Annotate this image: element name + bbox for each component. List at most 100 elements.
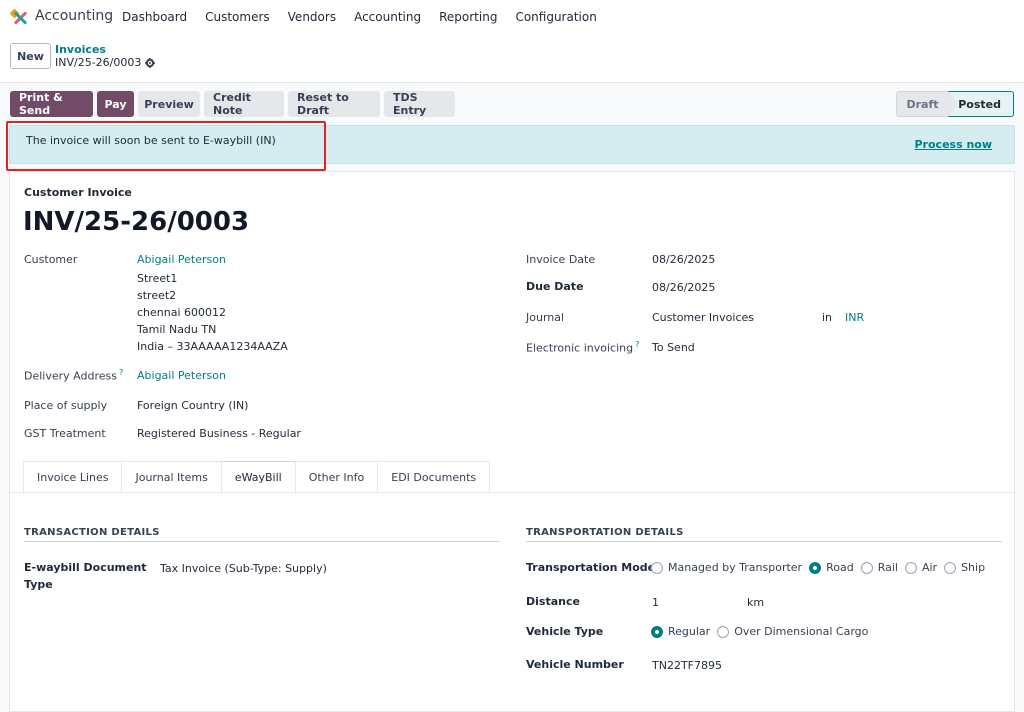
vehicle-type-radios: Regular Over Dimensional Cargo — [651, 625, 875, 638]
due-date-label: Due Date — [526, 280, 584, 293]
document-type: Customer Invoice — [24, 186, 132, 199]
credit-note-button[interactable]: Credit Note — [204, 91, 284, 117]
radio-air[interactable]: Air — [904, 561, 938, 574]
radio-label: Air — [921, 561, 938, 574]
radio-label: Managed by Transporter — [668, 561, 803, 574]
vehicle-number-value[interactable]: TN22TF7895 — [652, 659, 722, 672]
radio-road[interactable]: Road — [809, 561, 854, 574]
tab-divider — [10, 492, 1014, 493]
notebook-tabs: Invoice Lines Journal Items eWayBill Oth… — [23, 461, 491, 493]
radio-over-dimensional-cargo[interactable]: Over Dimensional Cargo — [717, 625, 868, 638]
journal-label: Journal — [526, 311, 565, 324]
vehicle-number-label: Vehicle Number — [526, 658, 624, 671]
address-line: Street1 — [137, 272, 178, 285]
distance-label: Distance — [526, 595, 580, 608]
due-date-value[interactable]: 08/26/2025 — [652, 281, 715, 294]
accounting-app-icon[interactable] — [10, 9, 28, 27]
print-send-button[interactable]: Print & Send — [10, 91, 93, 117]
status-draft[interactable]: Draft — [896, 91, 948, 117]
einvoicing-value: To Send — [652, 341, 695, 354]
tab-other-info[interactable]: Other Info — [294, 461, 378, 493]
delivery-address-label: Delivery Address? — [24, 368, 123, 383]
help-icon[interactable]: ? — [635, 340, 639, 349]
breadcrumb-invoices[interactable]: Invoices — [55, 43, 106, 56]
breadcrumb-current-label: INV/25-26/0003 — [55, 56, 142, 69]
radio-circle-selected[interactable] — [651, 625, 663, 638]
tab-invoice-lines[interactable]: Invoice Lines — [23, 461, 122, 493]
process-now-link[interactable]: Process now — [915, 138, 993, 151]
radio-managed-by-transporter[interactable]: Managed by Transporter — [651, 561, 802, 574]
radio-circle[interactable] — [717, 625, 730, 638]
app-name[interactable]: Accounting — [35, 8, 113, 24]
transport-mode-radios: Managed by Transporter Road Rail Air Shi… — [651, 561, 992, 574]
distance-value[interactable]: 1 — [652, 596, 659, 609]
distance-unit: km — [747, 596, 765, 609]
radio-circle-selected[interactable] — [809, 561, 822, 574]
menu-dashboard[interactable]: Dashboard — [122, 10, 187, 24]
radio-regular[interactable]: Regular — [651, 625, 710, 638]
place-of-supply-label: Place of supply — [24, 399, 108, 412]
customer-link[interactable]: Abigail Peterson — [137, 253, 226, 266]
section-divider — [526, 541, 1002, 542]
radio-label: Ship — [961, 561, 986, 574]
radio-circle[interactable] — [944, 561, 957, 574]
form-sheet: Customer Invoice INV/25-26/0003 Customer… — [9, 171, 1015, 712]
menu-vendors[interactable]: Vendors — [288, 10, 336, 24]
control-panel: New Invoices INV/25-26/0003 — [0, 35, 1024, 83]
radio-circle[interactable] — [651, 561, 663, 574]
tds-entry-button[interactable]: TDS Entry — [384, 91, 455, 117]
radio-rail[interactable]: Rail — [860, 561, 898, 574]
radio-ship[interactable]: Ship — [944, 561, 985, 574]
address-line: street2 — [137, 289, 177, 302]
transaction-details-title: TRANSACTION DETAILS — [24, 527, 160, 538]
tab-journal-items[interactable]: Journal Items — [121, 461, 221, 493]
action-buttons: Print & Send Pay Preview Credit Note Res… — [10, 91, 455, 117]
pay-button[interactable]: Pay — [97, 91, 134, 117]
menu-reporting[interactable]: Reporting — [439, 10, 497, 24]
menu-configuration[interactable]: Configuration — [515, 10, 596, 24]
radio-label: Road — [826, 561, 854, 574]
section-divider — [24, 541, 500, 542]
doc-type-label: E-waybill Document — [24, 561, 147, 574]
customer-label: Customer — [24, 253, 78, 266]
journal-value[interactable]: Customer Invoices — [652, 311, 754, 324]
delivery-address-label-text: Delivery Address — [24, 369, 117, 383]
radio-label: Regular — [668, 625, 711, 638]
transport-mode-label: Transportation Mode — [526, 561, 656, 574]
radio-circle[interactable] — [860, 561, 873, 574]
gear-icon[interactable] — [145, 57, 156, 68]
reset-to-draft-button[interactable]: Reset to Draft — [288, 91, 380, 117]
address-line: India – 33AAAAA1234AAZA — [137, 340, 288, 353]
preview-button[interactable]: Preview — [138, 91, 200, 117]
einvoicing-label-text: Electronic invoicing — [526, 341, 634, 355]
tab-ewaybill[interactable]: eWayBill — [220, 461, 295, 493]
vehicle-type-label: Vehicle Type — [526, 625, 604, 638]
address-line: Tamil Nadu TN — [137, 323, 217, 336]
currency-link[interactable]: INR — [845, 311, 864, 324]
main-menu: Dashboard Customers Vendors Accounting R… — [122, 10, 615, 24]
gst-treatment-label: GST Treatment — [24, 427, 106, 440]
transportation-details-title: TRANSPORTATION DETAILS — [526, 527, 684, 538]
journal-in-text: in — [822, 311, 833, 324]
help-icon[interactable]: ? — [119, 368, 123, 377]
gst-treatment-value[interactable]: Registered Business - Regular — [137, 427, 301, 440]
place-of-supply-value[interactable]: Foreign Country (IN) — [137, 399, 248, 412]
radio-label: Rail — [877, 561, 898, 574]
invoice-date-label: Invoice Date — [526, 253, 596, 266]
doc-type-value[interactable]: Tax Invoice (Sub-Type: Supply) — [160, 562, 327, 575]
tab-edi-documents[interactable]: EDI Documents — [377, 461, 491, 493]
address-line: chennai 600012 — [137, 306, 227, 319]
status-bar: Draft Posted — [896, 91, 1014, 117]
invoice-date-value[interactable]: 08/26/2025 — [652, 253, 715, 266]
status-posted[interactable]: Posted — [948, 91, 1014, 117]
document-number: INV/25-26/0003 — [23, 207, 250, 237]
delivery-address-link[interactable]: Abigail Peterson — [137, 369, 226, 382]
einvoicing-label: Electronic invoicing? — [526, 340, 639, 355]
menu-accounting[interactable]: Accounting — [354, 10, 421, 24]
radio-circle[interactable] — [904, 561, 917, 574]
top-navbar: Accounting Dashboard Customers Vendors A… — [0, 0, 1024, 35]
radio-label: Over Dimensional Cargo — [734, 625, 869, 638]
new-button[interactable]: New — [10, 43, 51, 69]
menu-customers[interactable]: Customers — [205, 10, 270, 24]
breadcrumb-current: INV/25-26/0003 — [55, 56, 156, 69]
